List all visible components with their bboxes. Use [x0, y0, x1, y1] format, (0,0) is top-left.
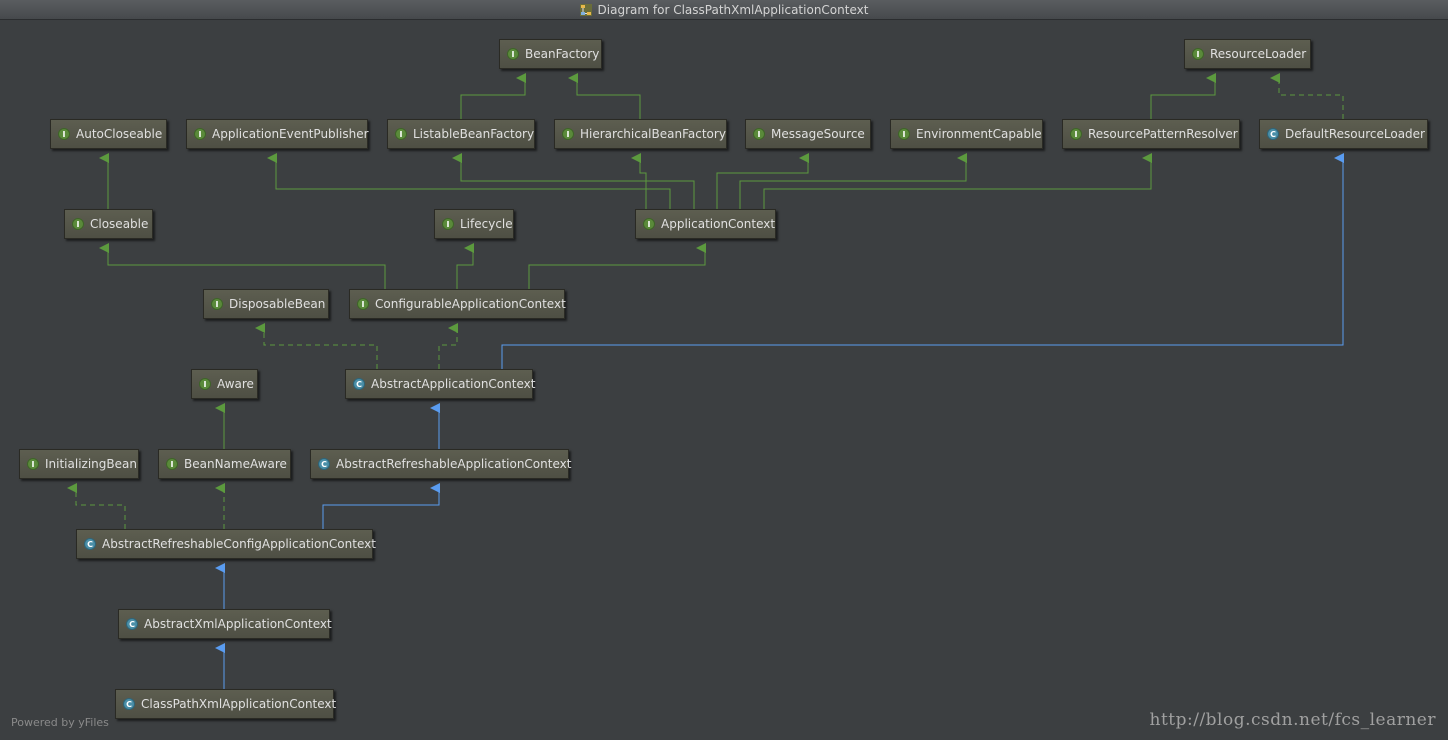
class-icon: C: [1267, 128, 1279, 140]
node-label: BeanNameAware: [184, 457, 287, 471]
node-abstract-xml-application-context[interactable]: C AbstractXmlApplicationContext: [118, 609, 332, 639]
node-label: Closeable: [90, 217, 149, 231]
abstract-class-icon: C: [318, 458, 330, 470]
interface-icon: I: [166, 458, 178, 470]
node-label: AutoCloseable: [76, 127, 163, 141]
node-abstract-application-context[interactable]: C AbstractApplicationContext: [345, 369, 536, 399]
node-label: BeanFactory: [525, 47, 600, 61]
node-lifecycle[interactable]: I Lifecycle: [434, 209, 514, 239]
node-label: ApplicationEventPublisher: [212, 127, 369, 141]
diagram-window: Diagram for ClassPathXmlApplicationConte…: [0, 0, 1448, 740]
node-closeable[interactable]: I Closeable: [64, 209, 153, 239]
node-label: Lifecycle: [460, 217, 513, 231]
node-label: AbstractXmlApplicationContext: [144, 617, 332, 631]
interface-icon: I: [643, 218, 655, 230]
node-listable-bean-factory[interactable]: I ListableBeanFactory: [387, 119, 535, 149]
interface-icon: I: [1192, 48, 1204, 60]
node-label: ResourceLoader: [1210, 47, 1307, 61]
node-bean-factory[interactable]: I BeanFactory: [499, 39, 602, 69]
interface-icon: I: [27, 458, 39, 470]
node-label: ConfigurableApplicationContext: [375, 297, 566, 311]
abstract-class-icon: C: [84, 538, 96, 550]
node-class-path-xml-application-context[interactable]: C ClassPathXmlApplicationContext: [115, 689, 337, 719]
abstract-class-icon: C: [126, 618, 138, 630]
node-label: MessageSource: [771, 127, 865, 141]
node-aware[interactable]: I Aware: [191, 369, 258, 399]
interface-icon: I: [199, 378, 211, 390]
window-title: Diagram for ClassPathXmlApplicationConte…: [597, 3, 869, 17]
interface-icon: I: [1070, 128, 1082, 140]
node-label: DisposableBean: [229, 297, 326, 311]
node-default-resource-loader[interactable]: C DefaultResourceLoader: [1259, 119, 1428, 149]
node-label: AbstractRefreshableConfigApplicationCont…: [102, 537, 376, 551]
node-label: InitializingBean: [45, 457, 137, 471]
interface-icon: I: [211, 298, 223, 310]
node-disposable-bean[interactable]: I DisposableBean: [203, 289, 329, 319]
node-abstract-refreshable-application-context[interactable]: C AbstractRefreshableApplicationContext: [310, 449, 572, 479]
node-auto-closeable[interactable]: I AutoCloseable: [50, 119, 167, 149]
class-icon: C: [123, 698, 135, 710]
interface-icon: I: [357, 298, 369, 310]
node-label: ResourcePatternResolver: [1088, 127, 1238, 141]
node-bean-name-aware[interactable]: I BeanNameAware: [158, 449, 291, 479]
interface-icon: I: [442, 218, 454, 230]
interface-icon: I: [898, 128, 910, 140]
node-abstract-refreshable-config-application-context[interactable]: C AbstractRefreshableConfigApplicationCon…: [76, 529, 376, 559]
node-label: Aware: [217, 377, 254, 391]
node-hierarchical-bean-factory[interactable]: I HierarchicalBeanFactory: [554, 119, 727, 149]
node-resource-loader[interactable]: I ResourceLoader: [1184, 39, 1311, 69]
window-titlebar: Diagram for ClassPathXmlApplicationConte…: [0, 0, 1448, 20]
abstract-class-icon: C: [353, 378, 365, 390]
diagram-icon: [579, 4, 592, 16]
node-initializing-bean[interactable]: I InitializingBean: [19, 449, 139, 479]
node-label: DefaultResourceLoader: [1285, 127, 1425, 141]
node-label: ApplicationContext: [661, 217, 776, 231]
node-label: HierarchicalBeanFactory: [580, 127, 726, 141]
interface-icon: I: [562, 128, 574, 140]
powered-by-label: Powered by yFiles: [11, 716, 109, 729]
watermark: http://blog.csdn.net/fcs_learner: [1149, 710, 1436, 730]
interface-icon: I: [395, 128, 407, 140]
interface-icon: I: [507, 48, 519, 60]
node-application-context[interactable]: I ApplicationContext: [635, 209, 776, 239]
node-label: EnvironmentCapable: [916, 127, 1042, 141]
node-application-event-publisher[interactable]: I ApplicationEventPublisher: [186, 119, 369, 149]
node-label: AbstractRefreshableApplicationContext: [336, 457, 572, 471]
node-label: ClassPathXmlApplicationContext: [141, 697, 337, 711]
interface-icon: I: [194, 128, 206, 140]
node-configurable-application-context[interactable]: I ConfigurableApplicationContext: [349, 289, 566, 319]
node-label: AbstractApplicationContext: [371, 377, 536, 391]
interface-icon: I: [72, 218, 84, 230]
interface-icon: I: [753, 128, 765, 140]
node-environment-capable[interactable]: I EnvironmentCapable: [890, 119, 1043, 149]
interface-icon: I: [58, 128, 70, 140]
node-resource-pattern-resolver[interactable]: I ResourcePatternResolver: [1062, 119, 1240, 149]
node-label: ListableBeanFactory: [413, 127, 535, 141]
node-message-source[interactable]: I MessageSource: [745, 119, 871, 149]
